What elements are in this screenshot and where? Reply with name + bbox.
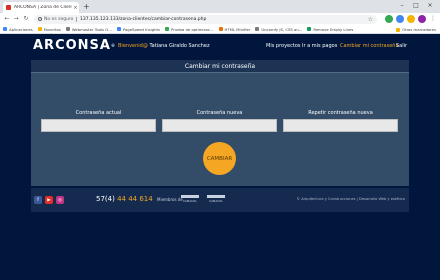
bookmark-label: Webmaster Tools G...	[71, 26, 112, 32]
youtube-icon[interactable]: ▶	[45, 196, 53, 204]
welcome-label: Bienvenid@	[118, 43, 148, 49]
user-name: Tatiana Giraldo Sanchez	[149, 43, 210, 49]
member-logo: CAMACOL	[181, 194, 199, 204]
other-bookmarks[interactable]: Otros marcadores	[396, 27, 436, 32]
browser-tab[interactable]: ARCONSA | Zona de Clientes ×	[3, 2, 79, 13]
nav-cambiar-contrasena[interactable]: Cambiar mi contraseña	[340, 43, 399, 49]
facebook-icon[interactable]: f	[34, 196, 42, 204]
bookmark-label: Prueba de optimizac...	[171, 26, 214, 32]
new-password-label: Contraseña nueva	[196, 110, 243, 116]
site-footer: f ▶ ◎ 57(4) 44 44 614 Miembros de CAMACO…	[31, 188, 409, 212]
nav-mis-pagos[interactable]: Ir a mis pagos	[302, 43, 337, 49]
bookmark-label: Remove Empty Lines	[313, 26, 354, 32]
arconsa-logo[interactable]: ARCONSA®	[33, 39, 116, 53]
phone-number[interactable]: 57(4) 44 44 614	[96, 195, 153, 203]
member-logo: CAMACOL	[207, 194, 225, 204]
address-divider	[76, 16, 78, 22]
other-bookmarks-label: Otros marcadores	[402, 27, 436, 32]
maximize-button[interactable]: □	[410, 1, 422, 11]
repeat-password-label: Repetir contraseña nueva	[308, 110, 373, 116]
bookmark-favicon-icon	[165, 27, 170, 31]
phone-digits: 44 44 614	[117, 195, 153, 203]
bookmark-star-icon[interactable]: ☆	[368, 15, 373, 24]
instagram-icon[interactable]: ◎	[56, 196, 64, 204]
bookmark-item[interactable]: Uncomfy JS, CSS an...	[255, 27, 302, 32]
current-password-input[interactable]	[41, 119, 156, 132]
bookmark-favicon-icon	[218, 27, 223, 31]
folder-icon	[396, 27, 401, 32]
extension-icon[interactable]	[407, 15, 415, 23]
bookmark-label: PageSpeed Insights	[122, 26, 161, 32]
nav-salir[interactable]: Salir	[396, 43, 407, 49]
menu-icon[interactable]: ⋮	[429, 14, 437, 24]
address-bar[interactable]: No es seguro 137.135.123.133/zona-client…	[34, 14, 377, 24]
current-password-label: Contraseña actual	[75, 110, 122, 116]
site-header: ARCONSA® Bienvenid@ Tatiana Giraldo Sanc…	[0, 34, 440, 58]
security-label: No es seguro	[44, 16, 74, 22]
bookmarks-bar: Aplicaciones Favoritos Webmaster Tools G…	[0, 25, 440, 34]
change-password-card: Cambiar mi contraseña Contraseña actual …	[31, 60, 409, 186]
minimize-button[interactable]: –	[396, 1, 408, 11]
bookmark-label: Uncomfy JS, CSS an...	[261, 26, 303, 32]
extension-icon[interactable]	[396, 15, 404, 23]
card-header: Cambiar mi contraseña	[31, 60, 409, 73]
footer-credits: © Arquitectura y Construcciones | Desarr…	[296, 197, 405, 201]
bookmark-label: Favoritos	[43, 26, 61, 32]
members-label: Miembros de	[157, 197, 183, 202]
close-window-button[interactable]: ×	[424, 1, 436, 11]
bookmark-item[interactable]: Remove Empty Lines	[307, 27, 353, 32]
bookmark-item[interactable]: Webmaster Tools G...	[65, 26, 112, 32]
bookmark-label: HTML Minifier	[224, 26, 251, 32]
bookmark-label: Aplicaciones	[9, 26, 33, 32]
bookmark-item[interactable]: Favoritos	[37, 26, 61, 32]
phone-prefix: 57(4)	[96, 195, 115, 203]
profile-avatar[interactable]	[418, 15, 426, 23]
nav-mis-proyectos[interactable]: Mis proyectos	[266, 43, 301, 49]
cambiar-button-label: CAMBIAR	[206, 155, 233, 162]
tab-strip: ARCONSA | Zona de Clientes × + – □ ×	[0, 0, 440, 13]
address-toolbar: ← → ↻ No es seguro 137.135.123.133/zona-…	[0, 13, 440, 25]
bookmark-favicon-icon	[307, 27, 312, 31]
url-text[interactable]: 137.135.123.133/zona-clientes/cambiar-co…	[80, 17, 206, 22]
repeat-password-input[interactable]	[283, 119, 398, 132]
favicon-icon	[6, 5, 11, 10]
new-tab-button[interactable]: +	[83, 2, 90, 12]
extension-icon[interactable]	[385, 15, 393, 23]
folder-icon	[37, 27, 42, 31]
back-icon[interactable]: ←	[3, 14, 11, 24]
bookmark-favicon-icon	[116, 27, 121, 31]
close-tab-icon[interactable]: ×	[72, 5, 79, 11]
apps-icon	[3, 27, 7, 31]
bookmark-favicon-icon	[255, 27, 260, 31]
welcome-message: Bienvenid@ Tatiana Giraldo Sanchez	[118, 43, 210, 49]
bookmark-favicon-icon	[65, 27, 70, 31]
new-password-input[interactable]	[162, 119, 277, 132]
info-icon[interactable]	[38, 17, 42, 21]
logo-mark	[181, 195, 199, 198]
bookmark-item[interactable]: Aplicaciones	[3, 27, 33, 32]
browser-window: ARCONSA | Zona de Clientes × + – □ × ← →…	[0, 0, 440, 280]
forward-icon[interactable]: →	[12, 14, 20, 24]
cambiar-button[interactable]: CAMBIAR	[203, 142, 236, 175]
bookmark-item[interactable]: Prueba de optimizac...	[165, 26, 214, 32]
logo-text: ARCONSA	[33, 38, 111, 53]
card-title: Cambiar mi contraseña	[184, 62, 256, 70]
bookmark-item[interactable]: PageSpeed Insights	[116, 26, 161, 32]
registered-mark: ®	[110, 43, 116, 48]
web-page: ARCONSA® Bienvenid@ Tatiana Giraldo Sanc…	[0, 34, 440, 280]
reload-icon[interactable]: ↻	[22, 14, 30, 24]
logo-mark	[207, 195, 225, 198]
member-logo-text: CAMACOL	[209, 199, 223, 203]
tab-title: ARCONSA | Zona de Clientes	[14, 5, 72, 10]
bookmark-item[interactable]: HTML Minifier	[218, 26, 251, 32]
member-logo-text: CAMACOL	[183, 199, 197, 203]
